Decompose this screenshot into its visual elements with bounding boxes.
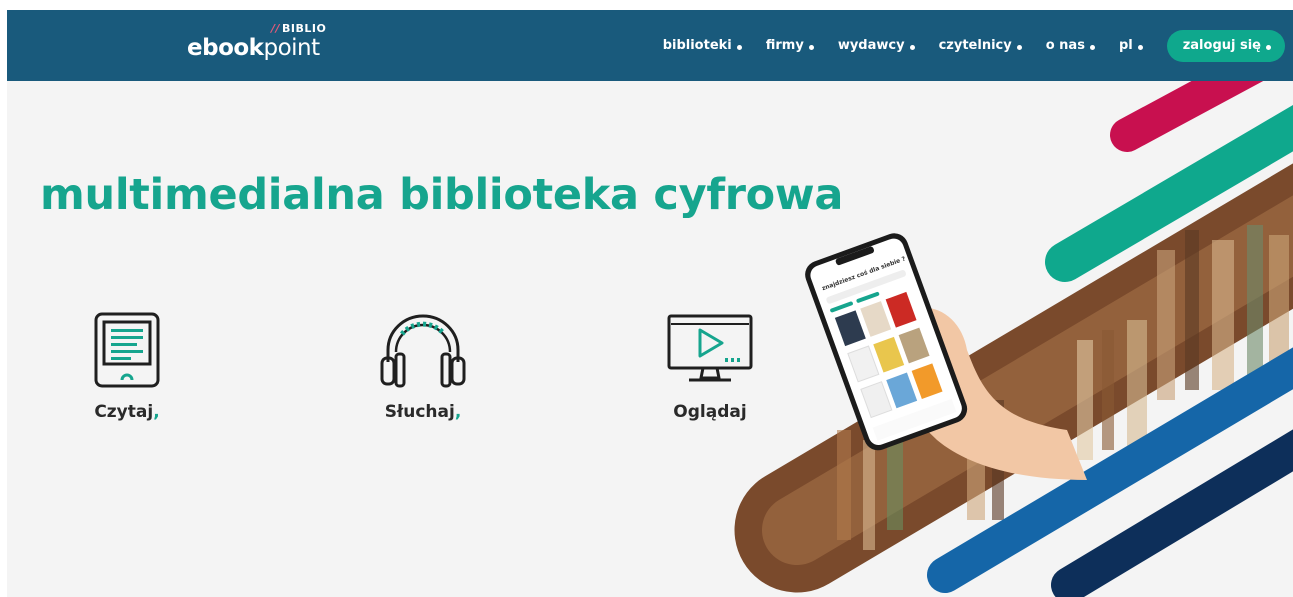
feature-watch: Oglądaj bbox=[635, 312, 785, 422]
dropdown-dot-icon bbox=[1266, 44, 1271, 50]
feature-listen: Słuchaj, bbox=[348, 312, 498, 422]
nav-language-pl[interactable]: pl bbox=[1119, 38, 1143, 53]
ebookpoint-biblio-logo[interactable]: //BIBLIO ebookpoint bbox=[187, 22, 337, 72]
dropdown-dot-icon bbox=[1137, 44, 1143, 50]
monitor-play-icon bbox=[667, 314, 753, 382]
dropdown-dot-icon bbox=[1089, 44, 1095, 50]
page: znajdziesz coś dla siebie ? //BIBLIO ebo… bbox=[7, 10, 1293, 597]
feature-read-label: Czytaj, bbox=[94, 402, 160, 422]
hero-artwork: znajdziesz coś dla siebie ? bbox=[734, 48, 1293, 597]
nav-biblioteki[interactable]: biblioteki bbox=[663, 38, 742, 53]
login-button[interactable]: zaloguj się bbox=[1166, 29, 1285, 62]
headphones-icon bbox=[380, 314, 466, 388]
main-nav: biblioteki firmy wydawcy czytelnicy o na… bbox=[663, 10, 1293, 81]
logo-biblio-text: //BIBLIO bbox=[271, 22, 327, 35]
top-header: //BIBLIO ebookpoint biblioteki firmy wyd… bbox=[7, 10, 1293, 81]
feature-read: Czytaj, bbox=[52, 312, 202, 422]
dropdown-dot-icon bbox=[1016, 44, 1022, 50]
feature-listen-label: Słuchaj, bbox=[384, 402, 462, 422]
nav-wydawcy[interactable]: wydawcy bbox=[838, 38, 915, 53]
hero-headline: multimedialna biblioteka cyfrowa bbox=[40, 170, 844, 220]
dropdown-dot-icon bbox=[736, 44, 742, 50]
nav-o-nas[interactable]: o nas bbox=[1046, 38, 1095, 53]
ereader-icon bbox=[94, 312, 160, 388]
nav-czytelnicy[interactable]: czytelnicy bbox=[939, 38, 1022, 53]
logo-brand: ebookpoint bbox=[187, 35, 320, 61]
dropdown-dot-icon bbox=[909, 44, 915, 50]
dropdown-dot-icon bbox=[808, 44, 814, 50]
feature-watch-label: Oglądaj bbox=[673, 402, 747, 422]
nav-firmy[interactable]: firmy bbox=[766, 38, 814, 53]
